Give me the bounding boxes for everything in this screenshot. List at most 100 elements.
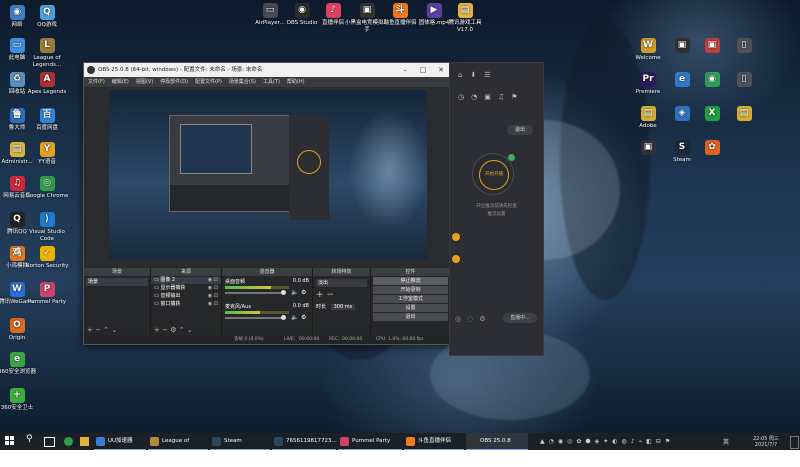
desktop-shortcut[interactable]: L League of Legends... — [25, 38, 69, 68]
visibility-lock-icon[interactable]: ◉ ⊡ — [208, 277, 218, 284]
desktop-shortcut-icon: O — [9, 318, 25, 333]
desktop-shortcut[interactable]: e 360安全浏览器 — [0, 352, 39, 376]
down-icon[interactable]: ⌄ — [111, 326, 117, 334]
volume-slider[interactable] — [225, 290, 286, 295]
obs-preview[interactable] — [109, 90, 427, 260]
desktop-shortcut[interactable]: ▤ — [722, 106, 766, 123]
gear-icon[interactable]: ⚙ — [301, 314, 306, 321]
volume-slider-handle[interactable] — [281, 290, 286, 295]
control-button[interactable]: 停止推流 — [373, 277, 448, 285]
menu-item[interactable]: 视图(V) — [136, 79, 153, 85]
control-button[interactable]: 开始录制 — [373, 286, 448, 294]
volume-slider-handle[interactable] — [281, 315, 286, 320]
taskbar-item[interactable]: League of Lege... — [148, 433, 208, 461]
taskbar-item[interactable]: OBS 25.0.8 (64-... — [466, 433, 528, 461]
desktop-shortcut-icon: Y — [39, 142, 55, 157]
desktop-shortcut-label: Premiere — [635, 89, 661, 95]
panel-toolbar-icons[interactable]: ⌂⬇☰ — [458, 71, 499, 79]
menu-item[interactable]: 编辑(E) — [112, 79, 129, 85]
tray-icons[interactable]: ▲◔◉◎✿⬢◈✦◐◍♪⌁◧⊟⚑ — [540, 438, 674, 445]
menu-item[interactable]: 帮助(H) — [287, 79, 305, 85]
desktop-shortcut-icon: ▣ — [704, 38, 720, 53]
desktop-shortcut[interactable]: P Pummel Party — [25, 282, 69, 306]
panel-bottom-icons[interactable]: ◎◌⚙ — [455, 315, 492, 323]
menu-item[interactable]: 场景集合(S) — [229, 79, 256, 85]
desktop-shortcut[interactable]: ✓ Norton Security — [25, 246, 69, 270]
speaker-icon[interactable]: 🔈 — [291, 289, 298, 296]
taskbar-item[interactable]: Steam — [210, 433, 270, 450]
desktop-shortcut[interactable]: +360安全卫士 — [0, 388, 39, 412]
menu-item[interactable]: 工具(T) — [263, 79, 280, 85]
desktop-shortcut[interactable]: ▤ 腾讯游戏工具V17.0 — [443, 3, 487, 33]
desktop-shortcut[interactable]: ▯ — [722, 72, 766, 89]
source-item[interactable]: ▭ 窗口捕获 ◉ ⊡ — [151, 301, 221, 308]
scene-item[interactable]: 场景 — [86, 278, 148, 286]
close-icon[interactable]: ✕ — [432, 63, 450, 77]
ime-indicator[interactable]: 英 — [723, 437, 729, 446]
transition-select[interactable]: 淡出 — [316, 279, 367, 287]
up-icon[interactable]: ⌃ — [179, 326, 185, 334]
add-icon[interactable]: + — [87, 326, 93, 334]
control-button[interactable]: 设置 — [373, 304, 448, 312]
desktop-shortcut[interactable]: ◎ Google Chrome — [25, 176, 69, 200]
visibility-lock-icon[interactable]: ◉ ⊡ — [208, 301, 218, 308]
control-button[interactable]: 工作室模式 — [373, 295, 448, 303]
maximize-icon[interactable]: □ — [414, 63, 432, 77]
source-item[interactable]: ▭ 音频输出 ◉ ⊡ — [151, 293, 221, 300]
source-item[interactable]: ▭ 显示器捕获 ◉ ⊡ — [151, 285, 221, 292]
down-icon[interactable]: ⌄ — [187, 326, 193, 334]
control-button[interactable]: 退出 — [373, 313, 448, 321]
add-icon[interactable]: + — [154, 326, 160, 334]
menu-item[interactable]: 文件(F) — [88, 79, 105, 85]
start-stream-button[interactable]: 开始开播 — [479, 160, 509, 190]
desktop-shortcut[interactable]: A Apex Legends — [25, 72, 69, 96]
taskbar-item[interactable]: UU加速器 — [94, 433, 146, 450]
clock[interactable]: 22:05 周三 2021/7/7 — [745, 433, 787, 450]
desktop-shortcut[interactable]: Q QQ游戏 — [25, 5, 69, 29]
menu-item[interactable]: 配置文件(P) — [195, 79, 222, 85]
start-stream-ring[interactable]: 开始开播 — [472, 153, 515, 195]
streaming-assistant-panel[interactable]: ⌂⬇☰ ◷◔▣♫⚑ 退出 开始开播 开启推流前请先检查 推流设置 ◎◌⚙ 直播中… — [449, 62, 544, 356]
obs-window[interactable]: OBS 25.0.8 (64-bit, windows) - 配置文件: 未命名… — [83, 62, 451, 345]
taskbar-item[interactable]: 斗鱼直播伴侣 — [404, 433, 464, 450]
task-view-icon[interactable] — [44, 437, 55, 447]
minimize-icon[interactable]: – — [396, 63, 414, 77]
windows-start-icon[interactable] — [5, 436, 15, 446]
visibility-lock-icon[interactable]: ◉ ⊡ — [208, 293, 218, 300]
search-icon[interactable]: ⚲ — [26, 434, 33, 444]
obs-titlebar[interactable]: OBS 25.0.8 (64-bit, windows) - 配置文件: 未命名… — [84, 63, 450, 77]
panel-action-icons[interactable]: ◷◔▣♫⚑ — [458, 93, 524, 101]
remove-icon[interactable]: − — [95, 326, 101, 334]
remove-icon[interactable]: − — [162, 326, 168, 334]
live-status-button[interactable]: 直播中... — [503, 313, 537, 323]
explorer-taskbar-icon[interactable] — [80, 437, 89, 446]
transition-add-remove[interactable]: + − — [316, 290, 367, 300]
gear-icon[interactable]: ⚙ — [170, 326, 176, 334]
desktop-shortcut[interactable]: O Origin — [0, 318, 39, 342]
clock-time: 22:05 周三 — [753, 436, 779, 442]
up-icon[interactable]: ⌃ — [103, 326, 109, 334]
desktop-shortcut-icon: ✿ — [704, 140, 720, 155]
desktop-shortcut[interactable]: Y YY语音 — [25, 142, 69, 166]
exit-button[interactable]: 退出 — [507, 125, 533, 135]
rec-label: REC: — [329, 337, 340, 342]
system-tray[interactable]: ▲◔◉◎✿⬢◈✦◐◍♪⌁◧⊟⚑ 英 — [540, 433, 735, 450]
duration-input[interactable]: 300 ms — [330, 304, 356, 310]
taskbar-item[interactable]: 7656119817723... — [272, 433, 337, 450]
desktop-shortcut[interactable]: ▯ — [722, 38, 766, 55]
visibility-lock-icon[interactable]: ◉ ⊡ — [208, 285, 218, 292]
gear-icon[interactable]: ⚙ — [301, 289, 306, 296]
notification-icon[interactable] — [790, 436, 799, 449]
desktop-shortcut[interactable]: ✿ — [690, 140, 734, 157]
desktop-shortcut-label: 360安全浏览器 — [0, 369, 36, 375]
source-item[interactable]: ▭ 图像 2 ◉ ⊡ — [151, 277, 221, 284]
taskbar-item[interactable]: Pummel Party — [338, 433, 402, 450]
speaker-icon[interactable]: 🔈 — [291, 314, 298, 321]
menu-item[interactable]: 停靠部件(D) — [160, 79, 188, 85]
desktop-shortcut[interactable]: 百百度网盘 — [25, 108, 69, 132]
desktop-shortcut-label: 网络 — [11, 22, 23, 28]
chrome-taskbar-icon[interactable] — [64, 437, 73, 446]
volume-slider[interactable] — [225, 315, 286, 320]
desktop-shortcut[interactable]: ⟩ Visual Studio Code — [25, 212, 69, 242]
sources-dock-toolbar: + − ⚙ ⌃ ⌄ — [151, 326, 221, 335]
